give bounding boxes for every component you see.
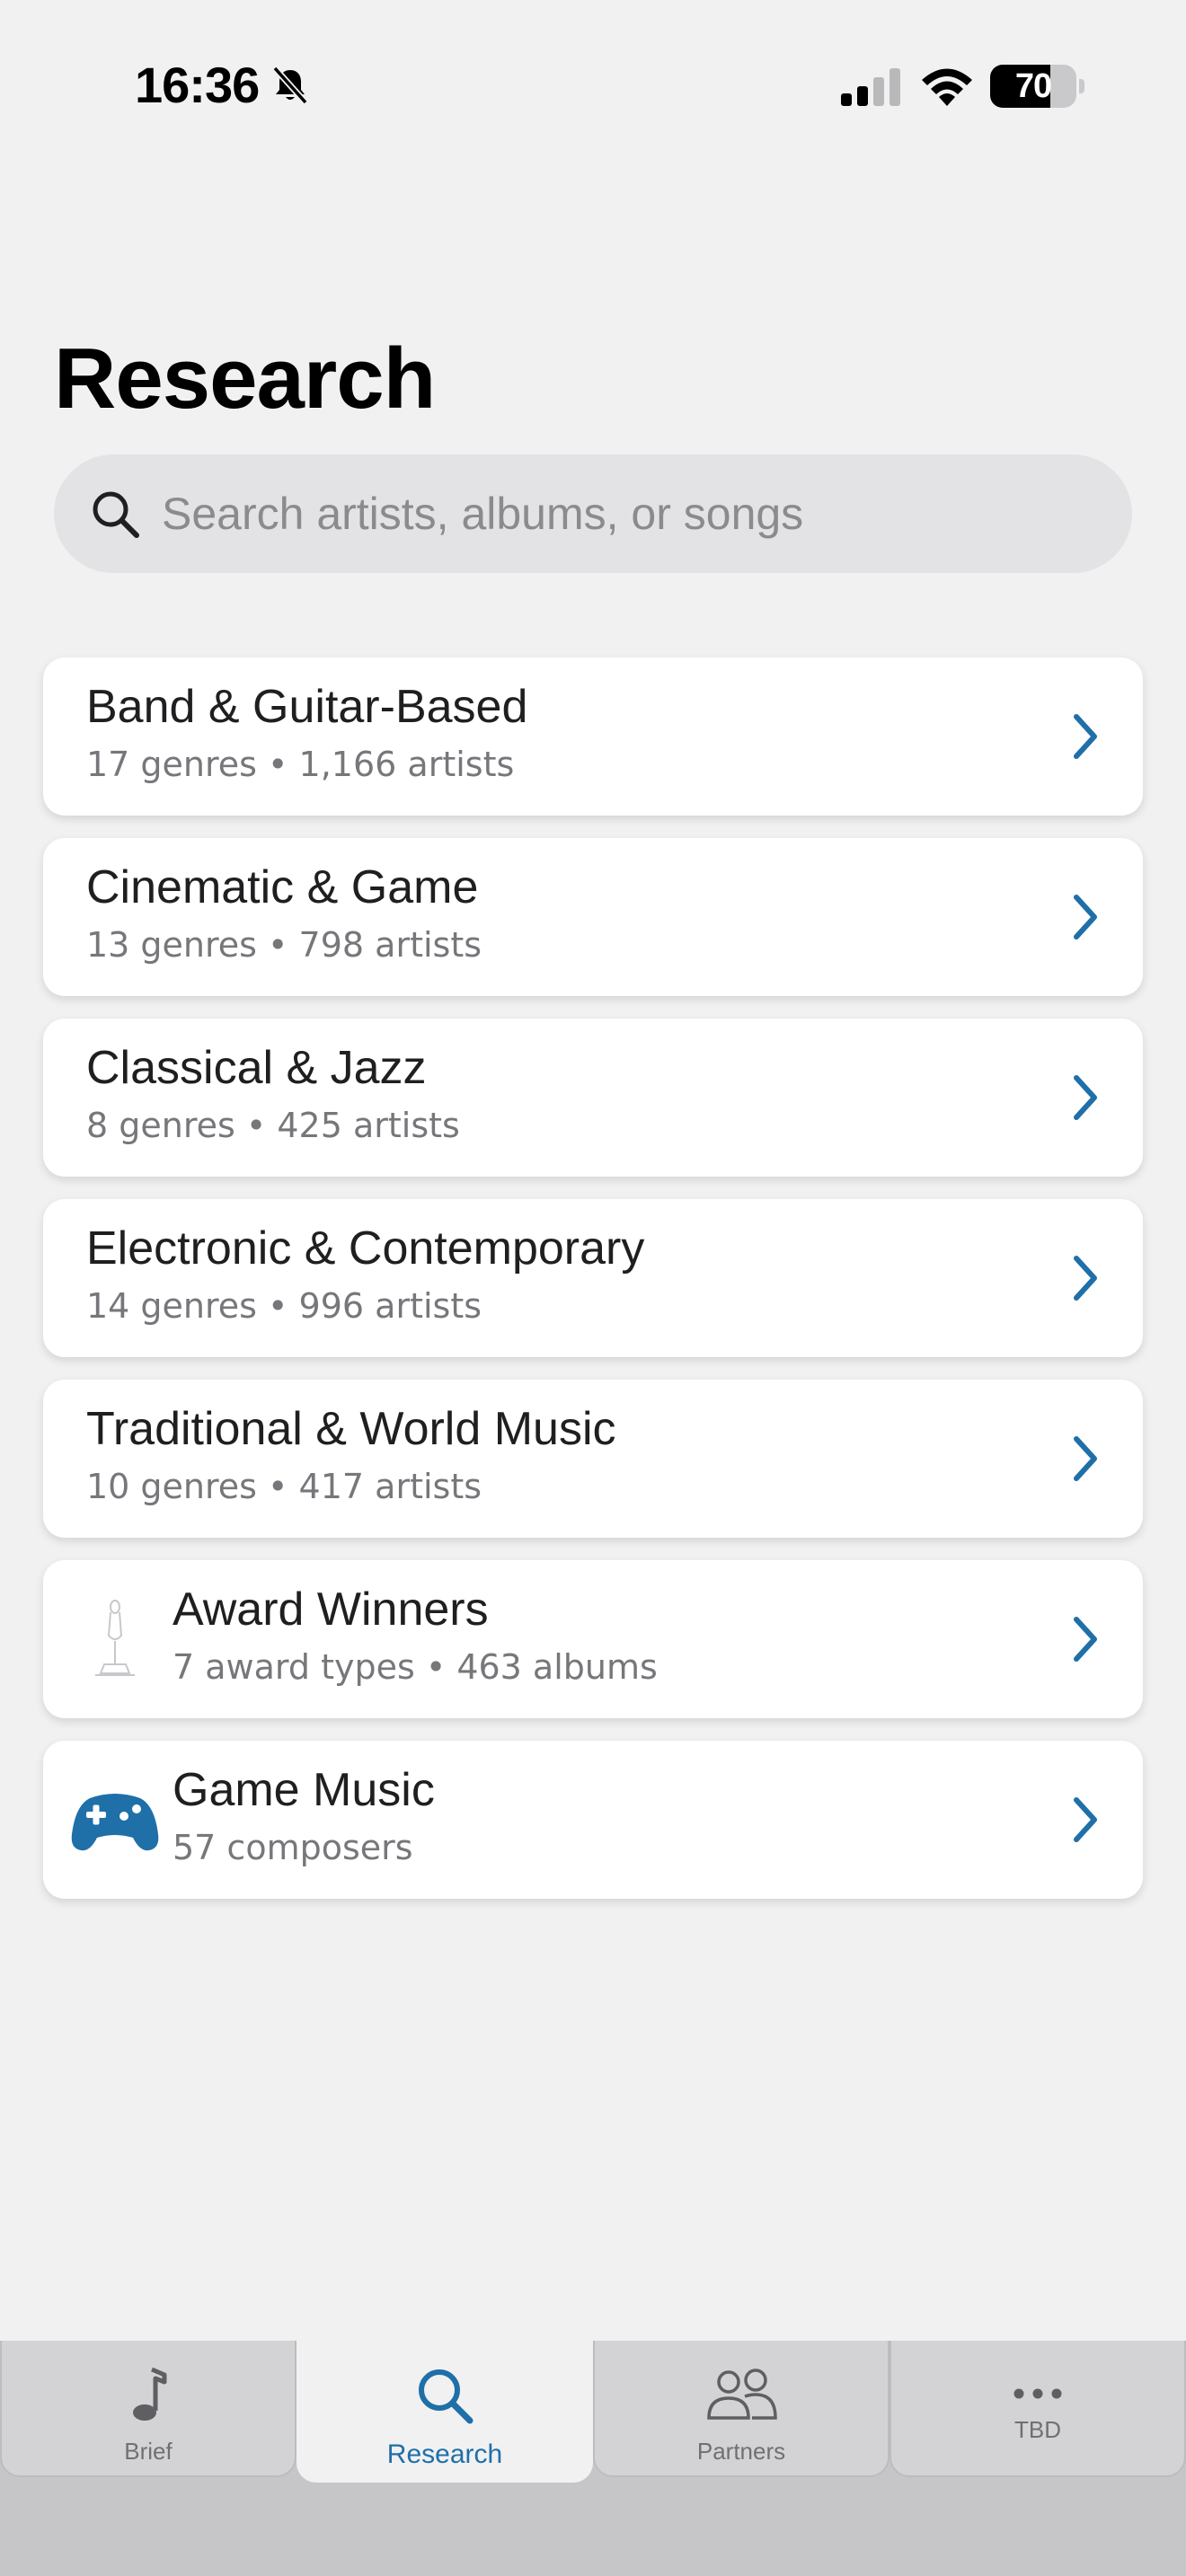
search-input[interactable] <box>160 454 1094 573</box>
category-stats: 14 genres • 996 artists <box>86 1286 482 1326</box>
category-electronic-contemporary[interactable]: Electronic & Contemporary 14 genres • 99… <box>43 1199 1143 1357</box>
people-icon <box>707 2369 777 2420</box>
music-note-icon <box>133 2367 167 2421</box>
card-text: Award Winners 7 award types • 463 albums <box>173 1580 658 1689</box>
tab-partners[interactable]: Partners <box>593 2341 890 2477</box>
category-title: Game Music <box>173 1764 435 1816</box>
category-stats: 8 genres • 425 artists <box>86 1106 460 1145</box>
bell-off-icon <box>272 66 308 105</box>
category-stats: 13 genres • 798 artists <box>86 925 482 965</box>
category-title: Band & Guitar-Based <box>86 681 528 733</box>
card-text: Electronic & Contemporary 14 genres • 99… <box>86 1219 644 1328</box>
tab-bar: Brief Research Partners TBD <box>0 2341 1186 2576</box>
battery-indicator: 70 <box>990 65 1085 108</box>
category-award-winners[interactable]: Award Winners 7 award types • 463 albums <box>43 1560 1143 1718</box>
category-stats: 10 genres • 417 artists <box>86 1467 482 1506</box>
tab-label: TBD <box>1014 2416 1061 2443</box>
trophy-icon <box>95 1600 135 1676</box>
card-text: Game Music 57 composers <box>173 1760 435 1870</box>
battery-body: 70 <box>990 65 1076 108</box>
category-title: Classical & Jazz <box>86 1042 427 1094</box>
chevron-right-icon <box>1074 1436 1097 1481</box>
category-stats: 7 award types • 463 albums <box>173 1647 658 1687</box>
cellular-signal-icon <box>841 68 900 106</box>
more-icon <box>1013 2388 1062 2399</box>
status-time: 16:36 <box>135 57 260 113</box>
tab-brief[interactable]: Brief <box>0 2341 296 2477</box>
chevron-right-icon <box>1074 714 1097 759</box>
category-cinematic-game[interactable]: Cinematic & Game 13 genres • 798 artists <box>43 838 1143 996</box>
category-band-guitar-based[interactable]: Band & Guitar-Based 17 genres • 1,166 ar… <box>43 657 1143 816</box>
tab-label: Brief <box>124 2438 173 2465</box>
category-stats: 57 composers <box>173 1828 413 1867</box>
chevron-right-icon <box>1074 1075 1097 1120</box>
tab-label: Research <box>386 2439 503 2469</box>
card-text: Traditional & World Music 10 genres • 41… <box>86 1399 616 1509</box>
tab-label: Partners <box>696 2438 786 2465</box>
gamepad-icon <box>71 1794 159 1851</box>
category-game-music[interactable]: Game Music 57 composers <box>43 1741 1143 1899</box>
status-bar: 16:36 70 <box>0 0 1186 171</box>
tab-tbd[interactable]: TBD <box>890 2341 1186 2477</box>
card-text: Classical & Jazz 8 genres • 425 artists <box>86 1038 460 1148</box>
category-title: Cinematic & Game <box>86 861 479 913</box>
category-list: Band & Guitar-Based 17 genres • 1,166 ar… <box>43 657 1143 1921</box>
page-title: Research <box>54 331 436 427</box>
battery-cap <box>1079 79 1084 93</box>
category-title: Electronic & Contemporary <box>86 1222 645 1275</box>
card-text: Band & Guitar-Based 17 genres • 1,166 ar… <box>86 677 527 787</box>
category-traditional-world-music[interactable]: Traditional & World Music 10 genres • 41… <box>43 1380 1143 1538</box>
search-icon <box>419 2369 474 2424</box>
research-screen: 16:36 70 Research Search artists, albums… <box>0 0 1186 2576</box>
wifi-icon <box>922 68 972 106</box>
chevron-right-icon <box>1074 1617 1097 1662</box>
chevron-right-icon <box>1074 895 1097 940</box>
card-text: Cinematic & Game 13 genres • 798 artists <box>86 858 482 967</box>
search-icon <box>93 491 139 538</box>
category-stats: 17 genres • 1,166 artists <box>86 745 515 784</box>
category-title: Award Winners <box>173 1584 489 1636</box>
search-bar[interactable] <box>54 454 1132 573</box>
category-title: Traditional & World Music <box>86 1403 616 1455</box>
chevron-right-icon <box>1074 1797 1097 1842</box>
tab-research[interactable]: Research <box>296 2341 593 2483</box>
category-classical-jazz[interactable]: Classical & Jazz 8 genres • 425 artists <box>43 1019 1143 1177</box>
battery-level: 70 <box>1014 67 1052 105</box>
chevron-right-icon <box>1074 1256 1097 1301</box>
